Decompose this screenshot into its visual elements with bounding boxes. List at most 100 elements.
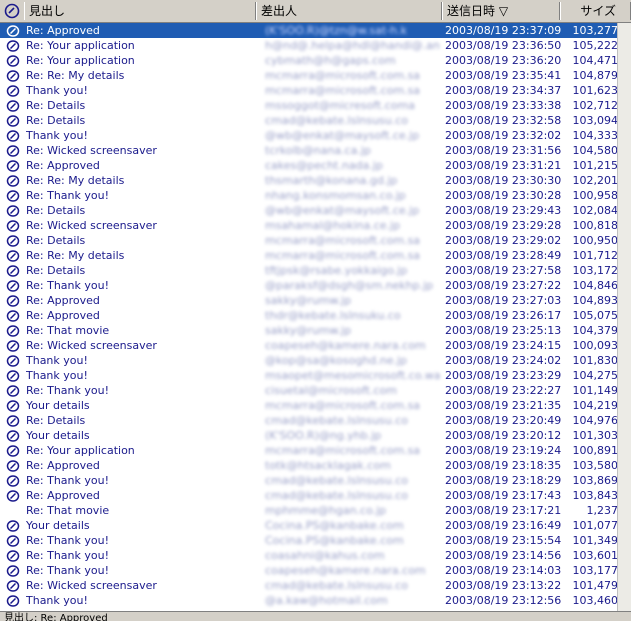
size-cell: 103,869 (572, 474, 619, 487)
date-cell: 2003/08/19 23:13:22 (445, 579, 562, 592)
message-row[interactable]: Re: Details cmad@kebate.lslnsusu.co 2003/0… (0, 113, 618, 128)
message-row[interactable]: Re: Details @wb@enkat@maysoft.ce.jp 2003/0… (0, 203, 618, 218)
size-cell: 103,460 (572, 594, 619, 607)
message-row[interactable]: Re: Details mssoggot@micresoft.coma 2003/0… (0, 98, 618, 113)
message-row[interactable]: Re: Wicked screensaver msahamal@hokina.ce… (0, 218, 618, 233)
paperclip-icon (6, 399, 20, 412)
paperclip-icon (6, 309, 20, 322)
size-cell: 104,879 (572, 69, 619, 82)
message-row[interactable]: Re: Approved cakes@pecht.nada.jp 2003/08/1… (0, 158, 618, 173)
message-row[interactable]: Thank you! @wb@enkat@maysoft.ce.jp 2003/08… (0, 128, 618, 143)
message-row[interactable]: Thank you! msaopet@mesomicrosoft.co.wa 200… (0, 368, 618, 383)
message-row[interactable]: Re: Wicked screensaver coapeseh@kamere.na… (0, 338, 618, 353)
message-row[interactable]: Re: Thank you! cisuetal@microsoft.com 2003… (0, 383, 618, 398)
paperclip-icon (6, 549, 20, 562)
subject-cell: Re: Details (26, 114, 86, 127)
paperclip-icon (6, 369, 20, 382)
message-row[interactable]: Re: Thank you! nhang.konsmomsan.co.jp 2003… (0, 188, 618, 203)
message-row[interactable]: Your details mcmarra@microsoft.com.sa 2003… (0, 398, 618, 413)
size-cell: 100,818 (572, 219, 619, 232)
message-row[interactable]: Re: Details tftjpsk@rsabe.yokkaigo.jp 2003… (0, 263, 618, 278)
subject-cell: Re: Thank you! (26, 549, 110, 562)
date-cell: 2003/08/19 23:32:02 (445, 129, 562, 142)
size-cell: 104,580 (572, 144, 619, 157)
message-row[interactable]: Re: That movie mphmme@hgan.co.jp 2003/08/1… (0, 503, 618, 518)
message-row[interactable]: Re: Re: My details thsmarth@konana.gd.jp 2… (0, 173, 618, 188)
message-row[interactable]: Re: Re: My details mcmarra@microsoft.com.… (0, 68, 618, 83)
size-cell: 101,349 (572, 534, 619, 547)
paperclip-icon (6, 69, 20, 82)
message-row[interactable]: Your details Cocina.PS@kanbake.com 2003/08… (0, 518, 618, 533)
sender-cell: @kop@sa@kosoghd.ne.jp (265, 354, 408, 367)
attachment-cell (6, 578, 22, 593)
attachment-cell (6, 218, 22, 233)
message-row[interactable]: Thank you! mcmarra@microsoft.com.sa 2003/0… (0, 83, 618, 98)
subject-cell: Re: Thank you! (26, 384, 110, 397)
paperclip-icon (6, 159, 20, 172)
column-header-size[interactable]: サイズ (560, 2, 631, 20)
column-header-bar: 見出し 差出人 送信日時 ▽ サイズ (0, 0, 631, 23)
message-row[interactable]: Re: Details mcmarra@microsoft.com.sa 2003/… (0, 233, 618, 248)
size-cell: 1,237 (586, 504, 619, 517)
message-row[interactable]: Re: Your application mcmarra@microsoft.co… (0, 443, 618, 458)
attachment-cell (6, 383, 22, 398)
message-row[interactable]: Re: Your application h@nd@.helpa@hdl@hand… (0, 38, 618, 53)
paperclip-icon (6, 459, 20, 472)
date-cell: 2003/08/19 23:22:27 (445, 384, 562, 397)
message-row[interactable]: Re: Thank you! cmad@kebate.lslnsusu.co 200… (0, 473, 618, 488)
paperclip-icon (6, 444, 20, 457)
attachment-cell (6, 143, 22, 158)
sender-cell: @wb@enkat@maysoft.ce.jp (265, 204, 420, 217)
attachment-header-icon[interactable] (3, 3, 21, 19)
paperclip-icon (6, 99, 20, 112)
paperclip-icon (6, 489, 20, 502)
column-header-subject[interactable]: 見出し (24, 2, 256, 20)
message-row[interactable]: Re: Approved cmad@kebate.lslnsusu.co 2003/… (0, 488, 618, 503)
subject-cell: Re: Approved (26, 489, 100, 502)
vertical-scrollbar[interactable] (617, 23, 631, 611)
message-row[interactable]: Your details (K'SOO.R)@ng.yhb.jp 2003/08/1… (0, 428, 618, 443)
date-cell: 2003/08/19 23:35:41 (445, 69, 562, 82)
date-cell: 2003/08/19 23:18:29 (445, 474, 562, 487)
message-row[interactable]: Re: That movie sakky@rumw.jp 2003/08/19 23… (0, 323, 618, 338)
message-row[interactable]: Re: Thank you! coapeseh@kamere.nara.com 20… (0, 563, 618, 578)
size-cell: 103,277 (572, 24, 619, 37)
date-cell: 2003/08/19 23:31:21 (445, 159, 562, 172)
date-cell: 2003/08/19 23:14:03 (445, 564, 562, 577)
paperclip-icon (6, 54, 20, 67)
message-row[interactable]: Thank you! @kop@sa@kosoghd.ne.jp 2003/08/1… (0, 353, 618, 368)
message-row[interactable]: Re: Thank you! Cocina.PS@kanbake.com 2003/… (0, 533, 618, 548)
message-row[interactable]: Re: Thank you! coasahni@kahus.com 2003/08/… (0, 548, 618, 563)
column-header-from[interactable]: 差出人 (256, 2, 442, 20)
message-row[interactable]: Re: Approved (K'SOO.R)@tzn@w.sat-h.k 2003/… (0, 23, 618, 38)
subject-cell: Re: Re: My details (26, 249, 125, 262)
paperclip-icon (6, 174, 20, 187)
paperclip-icon (6, 39, 20, 52)
message-row[interactable]: Re: Wicked screensaver tcrkolb@nana.ca.jp… (0, 143, 618, 158)
date-cell: 2003/08/19 23:14:56 (445, 549, 562, 562)
message-row[interactable]: Thank you! @a.kaw@hotmail.com 2003/08/19 2… (0, 593, 618, 608)
attachment-cell (6, 83, 22, 98)
message-row[interactable]: Re: Re: My details mcmarra@microsoft.com.… (0, 248, 618, 263)
sender-cell: cmad@kebate.lslnsusu.co (265, 579, 409, 592)
attachment-cell (6, 323, 22, 338)
message-row[interactable]: Re: Approved thdr@kebate.lslnsuku.co 2003/… (0, 308, 618, 323)
attachment-cell (6, 443, 22, 458)
message-row[interactable]: Re: Approved totk@htsacklagak.com 2003/08/… (0, 458, 618, 473)
message-row[interactable]: Re: Details cmad@kebate.lslnsusu.co 2003/0… (0, 413, 618, 428)
message-row[interactable]: Re: Wicked screensaver cmad@kebate.lslnsu… (0, 578, 618, 593)
attachment-cell (6, 158, 22, 173)
sender-cell: (K'SOO.R)@tzn@w.sat-h.k (265, 24, 407, 37)
attachment-cell (6, 113, 22, 128)
date-cell: 2003/08/19 23:29:02 (445, 234, 562, 247)
message-row[interactable]: Re: Approved sakky@rumw.jp 2003/08/19 23:2… (0, 293, 618, 308)
message-row[interactable]: Re: Thank you! @paraksf@dsgh@sm.nekhp.jp 2… (0, 278, 618, 293)
column-header-date[interactable]: 送信日時 ▽ (442, 2, 560, 20)
subject-cell: Re: Re: My details (26, 174, 125, 187)
date-cell: 2003/08/19 23:27:03 (445, 294, 562, 307)
size-cell: 103,172 (572, 264, 619, 277)
message-row[interactable]: Re: Your application cybmath@h@gaps.com 20… (0, 53, 618, 68)
sender-cell: thsmarth@konana.gd.jp (265, 174, 398, 187)
date-cell: 2003/08/19 23:33:38 (445, 99, 562, 112)
attachment-cell (6, 473, 22, 488)
